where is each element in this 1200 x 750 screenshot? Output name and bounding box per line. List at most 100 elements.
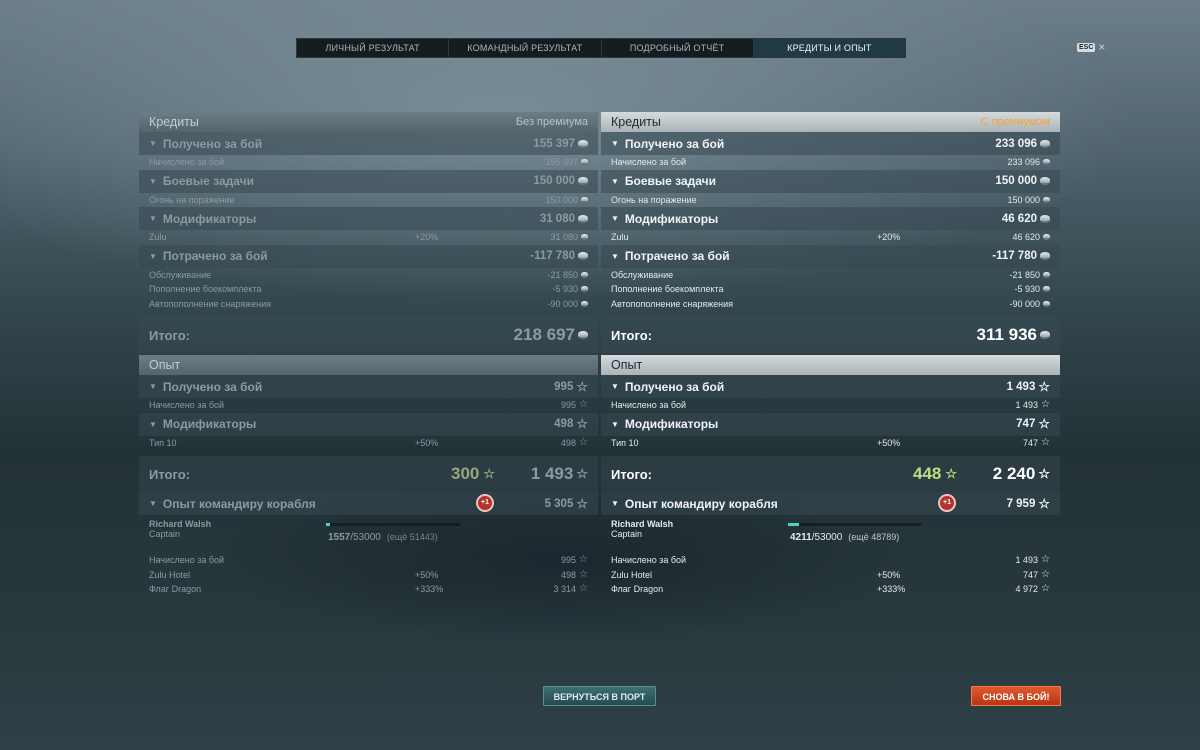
commander-xp-progress-bar <box>326 523 460 526</box>
credit-modifiers-section[interactable]: ▼ Модификаторы 31 080 <box>139 207 598 230</box>
credits-spent-section-item: Обслуживание -21 850 <box>601 268 1060 283</box>
section-value: 155 397 <box>533 138 588 150</box>
commander-xp-section[interactable]: ▼ Опыт командиру корабля +1 5 305 ☆ <box>139 492 598 515</box>
expand-triangle-icon: ▼ <box>149 214 157 223</box>
credits-total: Итого: 218 697 <box>139 317 598 353</box>
credits-icon <box>1043 159 1050 166</box>
credits-icon <box>581 159 588 166</box>
row-label: Пополнение боекомплекта <box>149 284 262 295</box>
xp-earned-section[interactable]: ▼ Получено за бой 995 ☆ <box>139 375 598 398</box>
commander-xp-progress-bar <box>788 523 922 526</box>
commander-xp-item: Начислено за бой 1 493 ☆ <box>601 553 1060 568</box>
credits-spent-section[interactable]: ▼ Потрачено за бой -117 780 <box>139 244 598 268</box>
credits-icon <box>578 252 588 260</box>
progress-fill <box>788 523 799 526</box>
section-label: Боевые задачи <box>162 174 254 188</box>
row-label: Zulu Hotel <box>611 569 653 580</box>
row-label: Начислено за бой <box>149 555 225 566</box>
xp-modifiers-section[interactable]: ▼ Модификаторы 747 ☆ <box>601 412 1060 436</box>
row-label: Автопополнение снаряжения <box>611 298 734 309</box>
credits-earned-section[interactable]: ▼ Получено за бой 155 397 <box>139 132 598 155</box>
section-value: 995 ☆ <box>554 378 588 394</box>
credit-modifiers-section-item: Zulu +20% 46 620 <box>601 230 1060 245</box>
result-tabs: ЛИЧНЫЙ РЕЗУЛЬТАТ КОМАНДНЫЙ РЕЗУЛЬТАТ ПОД… <box>296 38 906 58</box>
return-to-port-button[interactable]: ВЕРНУТЬСЯ В ПОРТ <box>543 686 656 706</box>
xp-modifiers-section-item: Тип 10 +50% 747 ☆ <box>601 436 1060 451</box>
section-value: 498 ☆ <box>554 416 588 431</box>
credit-modifiers-section[interactable]: ▼ Модификаторы 46 620 <box>601 207 1060 230</box>
tab-team-result[interactable]: КОМАНДНЫЙ РЕЗУЛЬТАТ <box>449 39 602 57</box>
section-label: Потрачено за бой <box>624 249 730 263</box>
row-label: Начислено за бой <box>611 400 687 411</box>
xp-star-icon: ☆ <box>576 378 588 394</box>
commander-xp-item: Флаг Dragon +333% 4 972 ☆ <box>601 582 1060 597</box>
battle-again-button[interactable]: СНОВА В БОЙ! <box>971 686 1061 706</box>
xp-modifiers-section-item: Тип 10 +50% 498 ☆ <box>139 436 598 451</box>
tab-credits-xp[interactable]: КРЕДИТЫ И ОПЫТ <box>753 39 905 57</box>
tab-personal-result[interactable]: ЛИЧНЫЙ РЕЗУЛЬТАТ <box>297 39 450 57</box>
close-icon[interactable]: × <box>1098 41 1105 53</box>
xp-modifiers-section[interactable]: ▼ Модификаторы 498 ☆ <box>139 412 598 436</box>
row-percent: +50% <box>415 569 439 580</box>
expand-triangle-icon: ▼ <box>149 139 157 148</box>
xp-star-icon: ☆ <box>1038 466 1050 481</box>
section-value: 747 ☆ <box>1016 416 1050 431</box>
section-label: Получено за бой <box>624 136 725 151</box>
credits-spent-section-item: Пополнение боекомплекта -5 930 <box>601 282 1060 297</box>
row-value: 498 ☆ <box>561 568 588 580</box>
row-percent: +20% <box>877 232 901 243</box>
commander-xp-progress: 1557/53000 (ещё 51443) <box>328 532 438 543</box>
credits-icon <box>1040 214 1050 223</box>
section-value: 31 080 <box>540 213 588 225</box>
credits-icon <box>581 234 588 241</box>
xp-earned-section[interactable]: ▼ Получено за бой 1 493 ☆ <box>601 375 1060 398</box>
row-label: Zulu Hotel <box>149 569 191 580</box>
xp-star-icon: ☆ <box>579 399 588 411</box>
commander-xp-item: Флаг Dragon +333% 3 314 ☆ <box>139 582 598 597</box>
combat-missions-section[interactable]: ▼ Боевые задачи 150 000 <box>139 169 598 193</box>
row-value: -5 930 <box>552 284 588 294</box>
row-label: Начислено за бой <box>611 555 687 566</box>
row-value: 995 ☆ <box>561 399 588 411</box>
free-xp-value: 448 ☆ <box>913 464 958 483</box>
xp-star-icon: ☆ <box>483 466 496 481</box>
xp-star-icon: ☆ <box>579 436 588 448</box>
expand-triangle-icon: ▼ <box>149 176 157 186</box>
tab-detailed-report[interactable]: ПОДРОБНЫЙ ОТЧЁТ <box>602 39 754 57</box>
row-value: 155 397 <box>545 157 588 167</box>
credits-icon <box>578 214 588 223</box>
row-label: Zulu <box>611 232 629 243</box>
xp-total-value: 1 493 ☆ <box>530 464 588 483</box>
credits-earned-section[interactable]: ▼ Получено за бой 233 096 <box>601 132 1060 155</box>
section-label: Модификаторы <box>162 417 257 431</box>
xp-star-icon: ☆ <box>1041 399 1050 411</box>
xp-header: Опыт <box>139 355 598 375</box>
xp-star-icon: ☆ <box>1041 554 1050 566</box>
row-label: Тип 10 <box>611 437 639 448</box>
row-percent: +333% <box>877 584 906 595</box>
credits-spent-section-item: Автопополнение снаряжения -90 000 <box>139 297 598 312</box>
section-label: Модификаторы <box>624 211 719 226</box>
xp-star-icon: ☆ <box>1038 416 1050 431</box>
free-xp-value: 300 ☆ <box>451 464 496 483</box>
commander-xp-item: Zulu Hotel +50% 747 ☆ <box>601 568 1060 583</box>
xp-header: Опыт <box>601 355 1060 375</box>
commander-xp-section[interactable]: ▼ Опыт командиру корабля +1 7 959 ☆ <box>601 492 1060 515</box>
expand-triangle-icon: ▼ <box>611 419 619 429</box>
combat-missions-section[interactable]: ▼ Боевые задачи 150 000 <box>601 169 1060 193</box>
expand-triangle-icon: ▼ <box>611 382 619 391</box>
section-value: 150 000 <box>995 175 1050 187</box>
xp-earned-section-item: Начислено за бой 1 493 ☆ <box>601 398 1060 413</box>
bonus-badge-icon: +1 <box>938 494 956 512</box>
commander-xp-item: Zulu Hotel +50% 498 ☆ <box>139 568 598 583</box>
section-value: 233 096 <box>995 138 1050 150</box>
row-value: 31 080 <box>550 232 588 242</box>
credits-spent-section[interactable]: ▼ Потрачено за бой -117 780 <box>601 244 1060 268</box>
row-value: 747 ☆ <box>1023 436 1050 448</box>
row-label: Тип 10 <box>149 437 177 448</box>
commander-card: Richard Walsh Captain 1557/53000 (ещё 514… <box>139 515 598 553</box>
expand-triangle-icon: ▼ <box>149 499 157 508</box>
section-value: 46 620 <box>1002 213 1050 225</box>
row-percent: +333% <box>415 584 444 595</box>
close-button[interactable]: ESC × <box>1077 41 1105 53</box>
